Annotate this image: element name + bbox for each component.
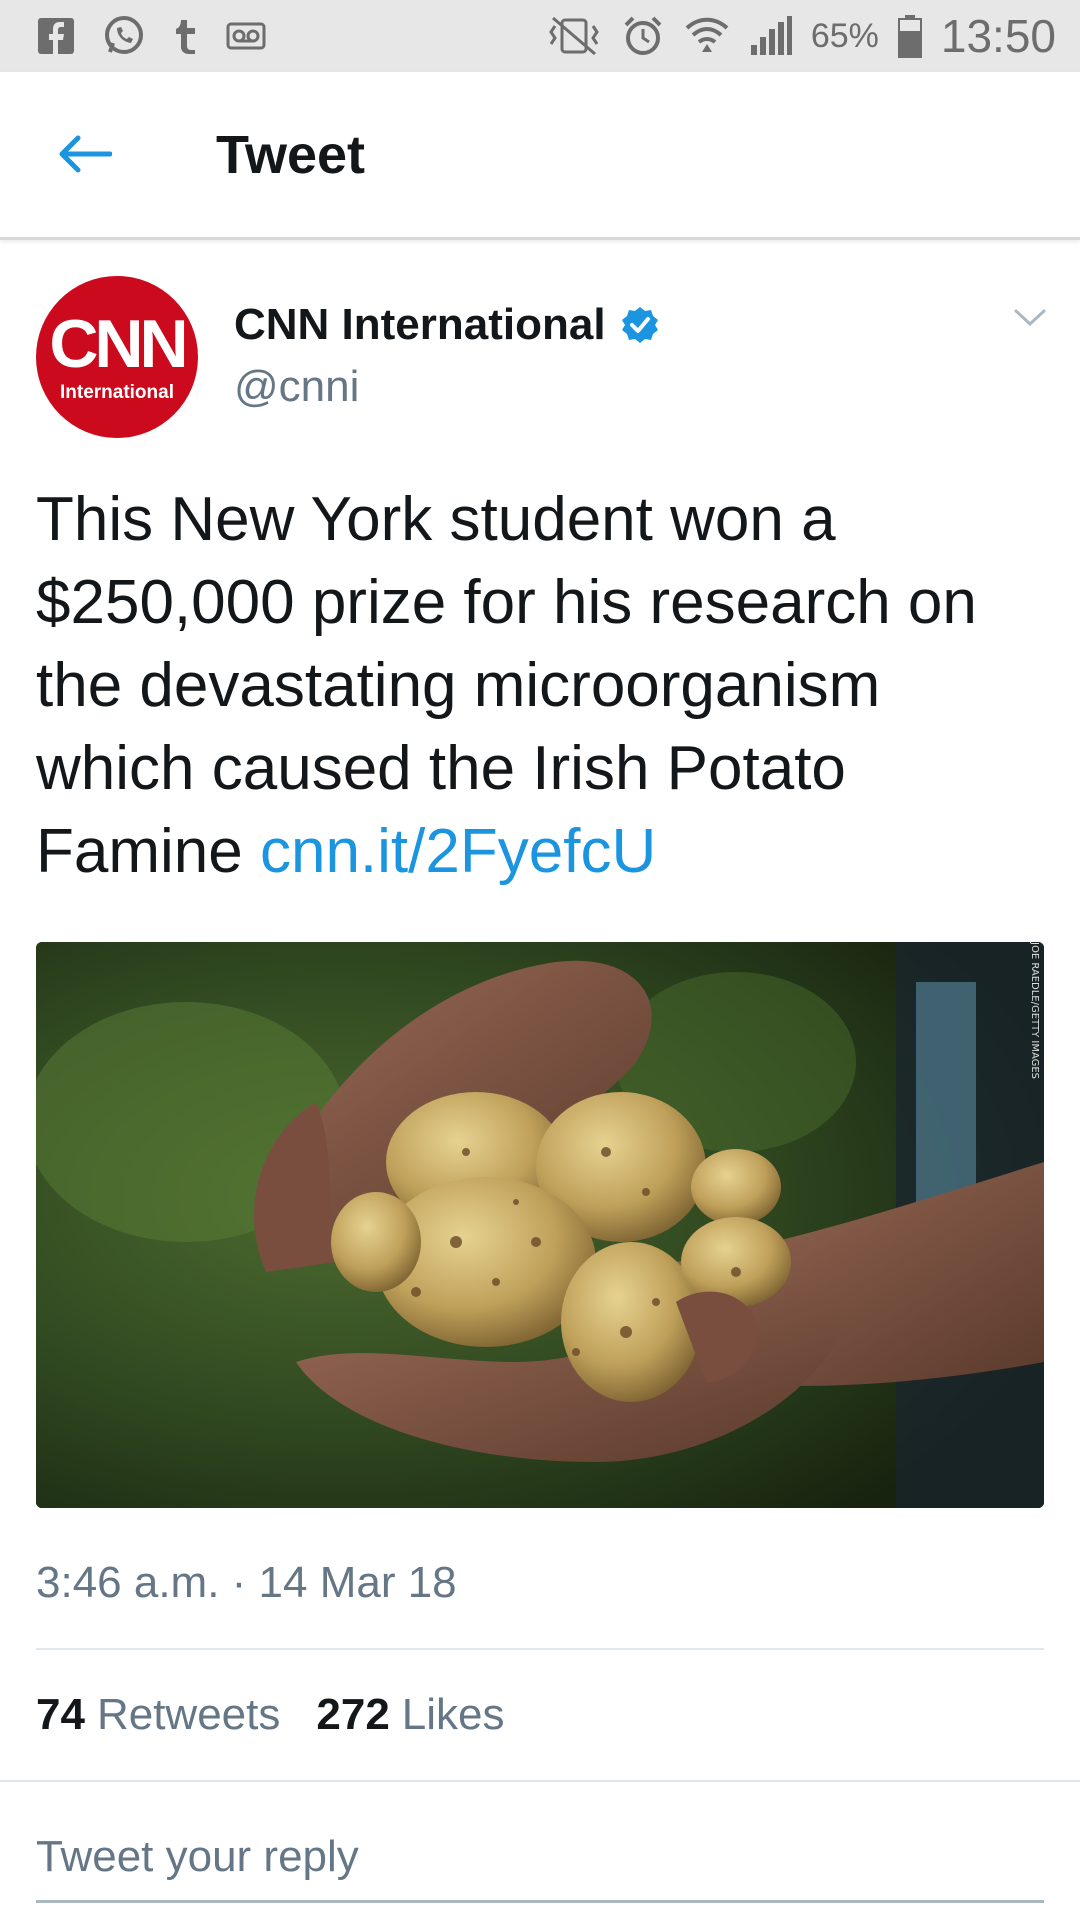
app-bar: Tweet bbox=[0, 72, 1080, 240]
status-bar-notifications bbox=[36, 14, 266, 58]
battery-icon bbox=[897, 14, 923, 58]
vibrate-icon bbox=[545, 14, 603, 58]
potatoes-in-hands-photo bbox=[36, 942, 1044, 1508]
divider bbox=[0, 1780, 1080, 1782]
retweets-count: 74 bbox=[36, 1690, 85, 1739]
tumblr-icon bbox=[172, 16, 200, 56]
whatsapp-icon bbox=[102, 14, 146, 58]
voicemail-icon bbox=[226, 21, 266, 51]
facebook-icon bbox=[36, 16, 76, 56]
battery-percent: 65% bbox=[810, 16, 879, 55]
reply-input-underline bbox=[36, 1900, 1044, 1903]
signal-icon bbox=[749, 15, 793, 57]
tweet-timestamp: 3:46 a.m. · 14 Mar 18 bbox=[36, 1558, 457, 1607]
author-handle[interactable]: @cnni bbox=[234, 362, 359, 412]
retweets-stat[interactable]: 74 Retweets bbox=[36, 1690, 280, 1740]
avatar[interactable]: CNN International bbox=[36, 276, 198, 438]
page-title: Tweet bbox=[216, 125, 366, 185]
tweet-text: This New York student won a $250,000 pri… bbox=[36, 478, 1046, 893]
alarm-icon bbox=[621, 14, 665, 58]
reply-input[interactable] bbox=[36, 1820, 1044, 1894]
cnn-logo-subtitle: International bbox=[59, 382, 174, 403]
likes-label: Likes bbox=[401, 1690, 505, 1739]
likes-stat[interactable]: 272 Likes bbox=[316, 1690, 504, 1740]
photo-credit: JOE RAEDLE/GETTY IMAGES bbox=[1029, 942, 1040, 1080]
tweet-link[interactable]: cnn.it/2FyefcU bbox=[260, 817, 656, 886]
chevron-down-icon bbox=[1014, 308, 1046, 333]
tweet-media[interactable]: JOE RAEDLE/GETTY IMAGES bbox=[36, 942, 1044, 1508]
tweet-stats: 74 Retweets 272 Likes bbox=[36, 1690, 505, 1740]
author-name-text: CNN International bbox=[234, 300, 606, 349]
status-bar-system: 65% 13:50 bbox=[545, 9, 1056, 63]
tweet-options-button[interactable] bbox=[1010, 300, 1050, 340]
arrow-left-icon bbox=[56, 134, 113, 179]
retweets-label: Retweets bbox=[96, 1690, 281, 1739]
status-time: 13:50 bbox=[940, 10, 1056, 62]
wifi-icon bbox=[683, 14, 731, 58]
author-name[interactable]: CNN International bbox=[234, 300, 660, 350]
divider bbox=[36, 1648, 1044, 1650]
likes-count: 272 bbox=[316, 1690, 390, 1739]
status-bar: 65% 13:50 bbox=[0, 0, 1080, 72]
cnn-logo: CNN bbox=[49, 306, 188, 382]
back-button[interactable] bbox=[52, 128, 116, 184]
verified-badge-icon bbox=[620, 305, 660, 345]
